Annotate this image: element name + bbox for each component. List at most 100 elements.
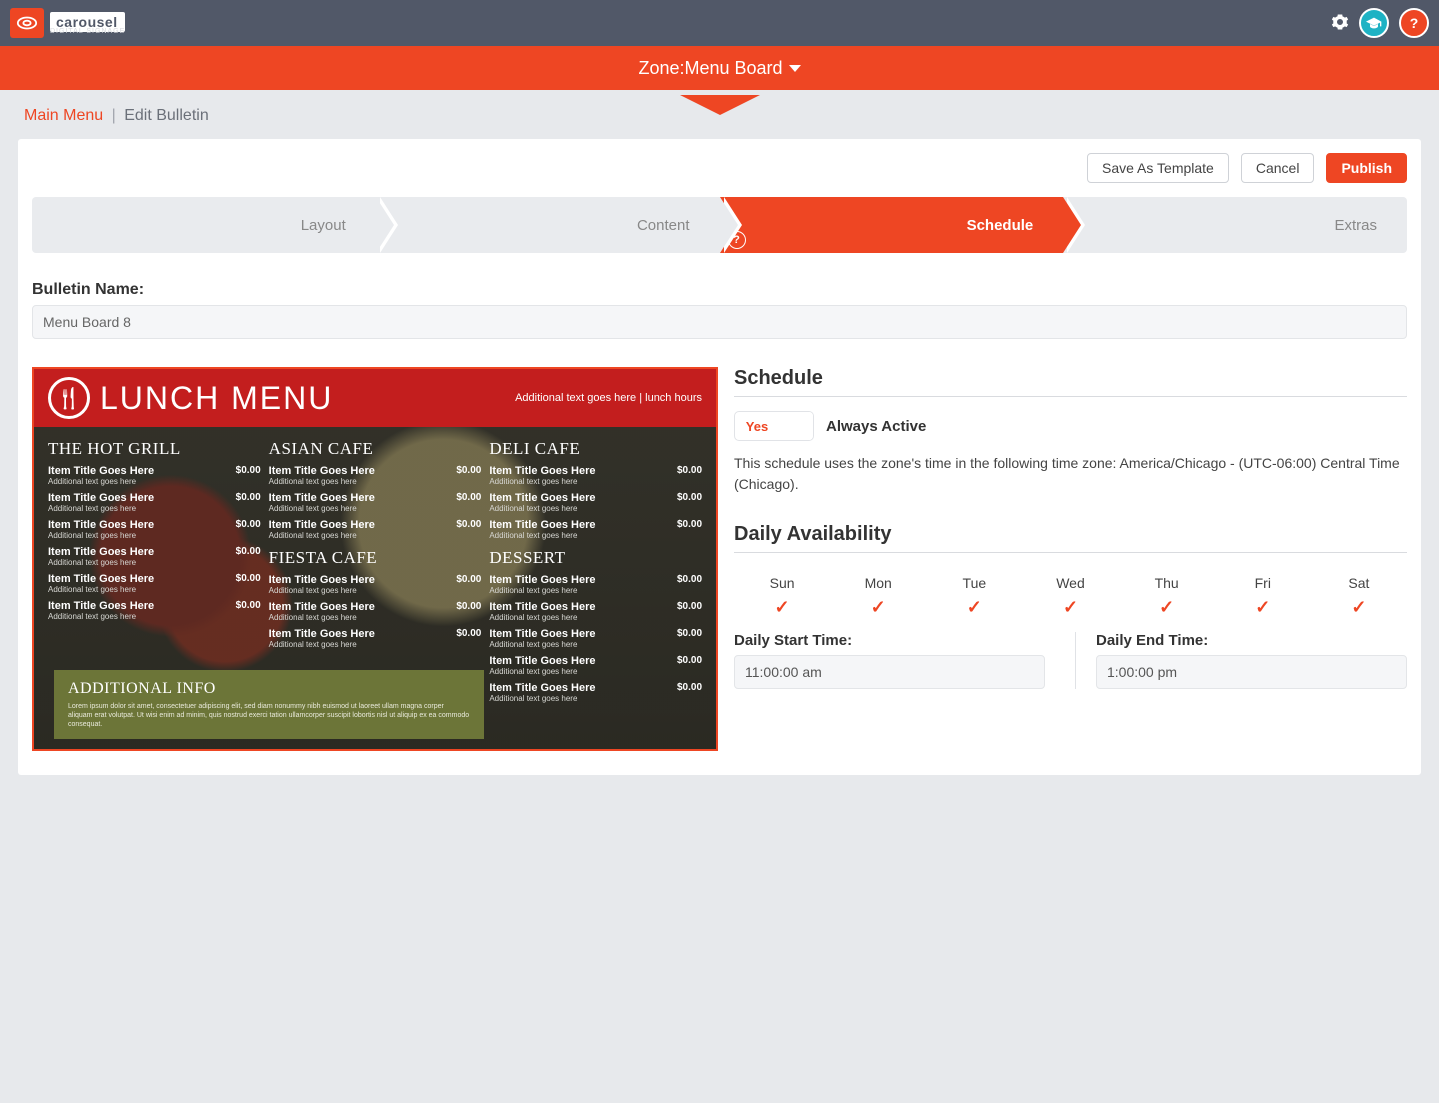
menu-item-title: Item Title Goes Here xyxy=(489,655,702,667)
menu-item-desc: Additional text goes here xyxy=(269,613,482,622)
menu-item-desc: Additional text goes here xyxy=(269,477,482,486)
menu-item: Item Title Goes HereAdditional text goes… xyxy=(489,682,702,703)
day-toggle[interactable]: Wed✓ xyxy=(1022,575,1118,618)
menu-item-desc: Additional text goes here xyxy=(48,558,261,567)
daily-start-input[interactable] xyxy=(734,655,1045,689)
menu-item-price: $0.00 xyxy=(456,601,481,612)
menu-item-price: $0.00 xyxy=(236,573,261,584)
day-toggle[interactable]: Mon ✓ xyxy=(830,575,926,618)
settings-button[interactable] xyxy=(1331,13,1349,34)
menu-item-desc: Additional text goes here xyxy=(48,504,261,513)
menu-item-title: Item Title Goes Here xyxy=(269,628,482,640)
menu-item-title: Item Title Goes Here xyxy=(269,574,482,586)
always-active-toggle[interactable]: Yes xyxy=(734,411,814,441)
toggle-off-segment xyxy=(779,412,813,440)
menu-item: Item Title Goes HereAdditional text goes… xyxy=(489,628,702,649)
daily-end-input[interactable] xyxy=(1096,655,1407,689)
zone-prefix: Zone: xyxy=(638,58,684,79)
menu-item: Item Title Goes HereAdditional text goes… xyxy=(269,465,482,486)
menu-item-desc: Additional text goes here xyxy=(269,640,482,649)
cancel-button[interactable]: Cancel xyxy=(1241,153,1315,183)
divider xyxy=(734,396,1407,397)
menu-item: Item Title Goes HereAdditional text goes… xyxy=(489,601,702,622)
check-icon: ✓ xyxy=(926,597,1022,618)
menu-item-price: $0.00 xyxy=(456,574,481,585)
help-button[interactable]: ? xyxy=(1399,8,1429,38)
menu-item: Item Title Goes HereAdditional text goes… xyxy=(489,519,702,540)
action-bar: Save As Template Cancel Publish xyxy=(32,153,1407,183)
breadcrumb-separator: | xyxy=(112,107,116,124)
menu-section-header: ASIAN CAFE xyxy=(269,439,482,459)
menu-item-desc: Additional text goes here xyxy=(489,477,702,486)
zone-selector[interactable]: Zone: Menu Board xyxy=(0,46,1439,90)
menu-item-price: $0.00 xyxy=(236,465,261,476)
menu-item-title: Item Title Goes Here xyxy=(489,682,702,694)
menu-item: Item Title Goes HereAdditional text goes… xyxy=(269,492,482,513)
menu-item-price: $0.00 xyxy=(236,519,261,530)
zone-bar-point xyxy=(680,95,760,115)
daily-start-column: Daily Start Time: xyxy=(734,632,1075,689)
menu-item-desc: Additional text goes here xyxy=(489,667,702,676)
check-icon: ✓ xyxy=(1022,597,1118,618)
menu-item-price: $0.00 xyxy=(456,519,481,530)
bulletin-name-input[interactable] xyxy=(32,305,1407,339)
preview-info-body: Lorem ipsum dolor sit amet, consectetuer… xyxy=(68,702,470,729)
step-schedule[interactable]: ? Schedule xyxy=(720,197,1064,253)
question-mark-icon: ? xyxy=(1410,15,1419,31)
daily-end-column: Daily End Time: xyxy=(1075,632,1407,689)
menu-item-title: Item Title Goes Here xyxy=(489,465,702,477)
menu-section-header: FIESTA CAFE xyxy=(269,548,482,568)
training-button[interactable] xyxy=(1359,8,1389,38)
chevron-down-icon xyxy=(789,65,801,72)
step-layout[interactable]: Layout xyxy=(32,197,376,253)
menu-item-title: Item Title Goes Here xyxy=(48,519,261,531)
menu-item-desc: Additional text goes here xyxy=(48,531,261,540)
menu-section-header: DELI CAFE xyxy=(489,439,702,459)
menu-item-desc: Additional text goes here xyxy=(489,504,702,513)
menu-item-title: Item Title Goes Here xyxy=(48,573,261,585)
day-toggle[interactable]: Tue✓ xyxy=(926,575,1022,618)
daily-start-label: Daily Start Time: xyxy=(734,632,1045,649)
save-as-template-button[interactable]: Save As Template xyxy=(1087,153,1229,183)
menu-item-desc: Additional text goes here xyxy=(48,612,261,621)
menu-item-price: $0.00 xyxy=(236,546,261,557)
step-content[interactable]: Content xyxy=(376,197,720,253)
publish-button[interactable]: Publish xyxy=(1326,153,1407,183)
step-label: Schedule xyxy=(967,217,1034,234)
top-bar: carousel DIGITAL SIGNAGE ? xyxy=(0,0,1439,46)
menu-item-title: Item Title Goes Here xyxy=(269,492,482,504)
menu-item-title: Item Title Goes Here xyxy=(48,600,261,612)
day-toggle[interactable]: Fri✓ xyxy=(1215,575,1311,618)
day-label: Mon xyxy=(830,575,926,591)
graduation-cap-icon xyxy=(1366,17,1382,29)
schedule-panel: Schedule Yes Always Active This schedule… xyxy=(734,367,1407,689)
schedule-title: Schedule xyxy=(734,367,1407,390)
brand-logo[interactable]: carousel DIGITAL SIGNAGE xyxy=(10,8,125,38)
preview-subtitle: Additional text goes here | lunch hours xyxy=(515,392,702,404)
day-toggle[interactable]: Thu✓ xyxy=(1119,575,1215,618)
menu-item-desc: Additional text goes here xyxy=(489,694,702,703)
menu-item: Item Title Goes HereAdditional text goes… xyxy=(48,546,261,567)
menu-item-price: $0.00 xyxy=(456,492,481,503)
menu-item-title: Item Title Goes Here xyxy=(48,465,261,477)
check-icon: ✓ xyxy=(830,597,926,618)
menu-item-title: Item Title Goes Here xyxy=(489,601,702,613)
day-toggle[interactable]: Sun✓ xyxy=(734,575,830,618)
menu-column: DELI CAFEItem Title Goes HereAdditional … xyxy=(489,439,702,737)
preview-info-box: ADDITIONAL INFO Lorem ipsum dolor sit am… xyxy=(54,670,484,739)
menu-item-title: Item Title Goes Here xyxy=(269,519,482,531)
day-toggle[interactable]: Sat✓ xyxy=(1311,575,1407,618)
bulletin-name-label: Bulletin Name: xyxy=(32,281,1407,299)
menu-item-desc: Additional text goes here xyxy=(269,586,482,595)
menu-section-header: DESSERT xyxy=(489,548,702,568)
menu-item-desc: Additional text goes here xyxy=(489,613,702,622)
breadcrumb-main-menu[interactable]: Main Menu xyxy=(24,107,103,124)
menu-item: Item Title Goes HereAdditional text goes… xyxy=(489,492,702,513)
step-extras[interactable]: Extras xyxy=(1063,197,1407,253)
step-label: Layout xyxy=(301,217,346,234)
menu-item-desc: Additional text goes here xyxy=(489,640,702,649)
step-label: Content xyxy=(637,217,690,234)
day-label: Thu xyxy=(1119,575,1215,591)
bulletin-preview: LUNCH MENU Additional text goes here | l… xyxy=(32,367,718,751)
gear-icon xyxy=(1331,13,1349,31)
